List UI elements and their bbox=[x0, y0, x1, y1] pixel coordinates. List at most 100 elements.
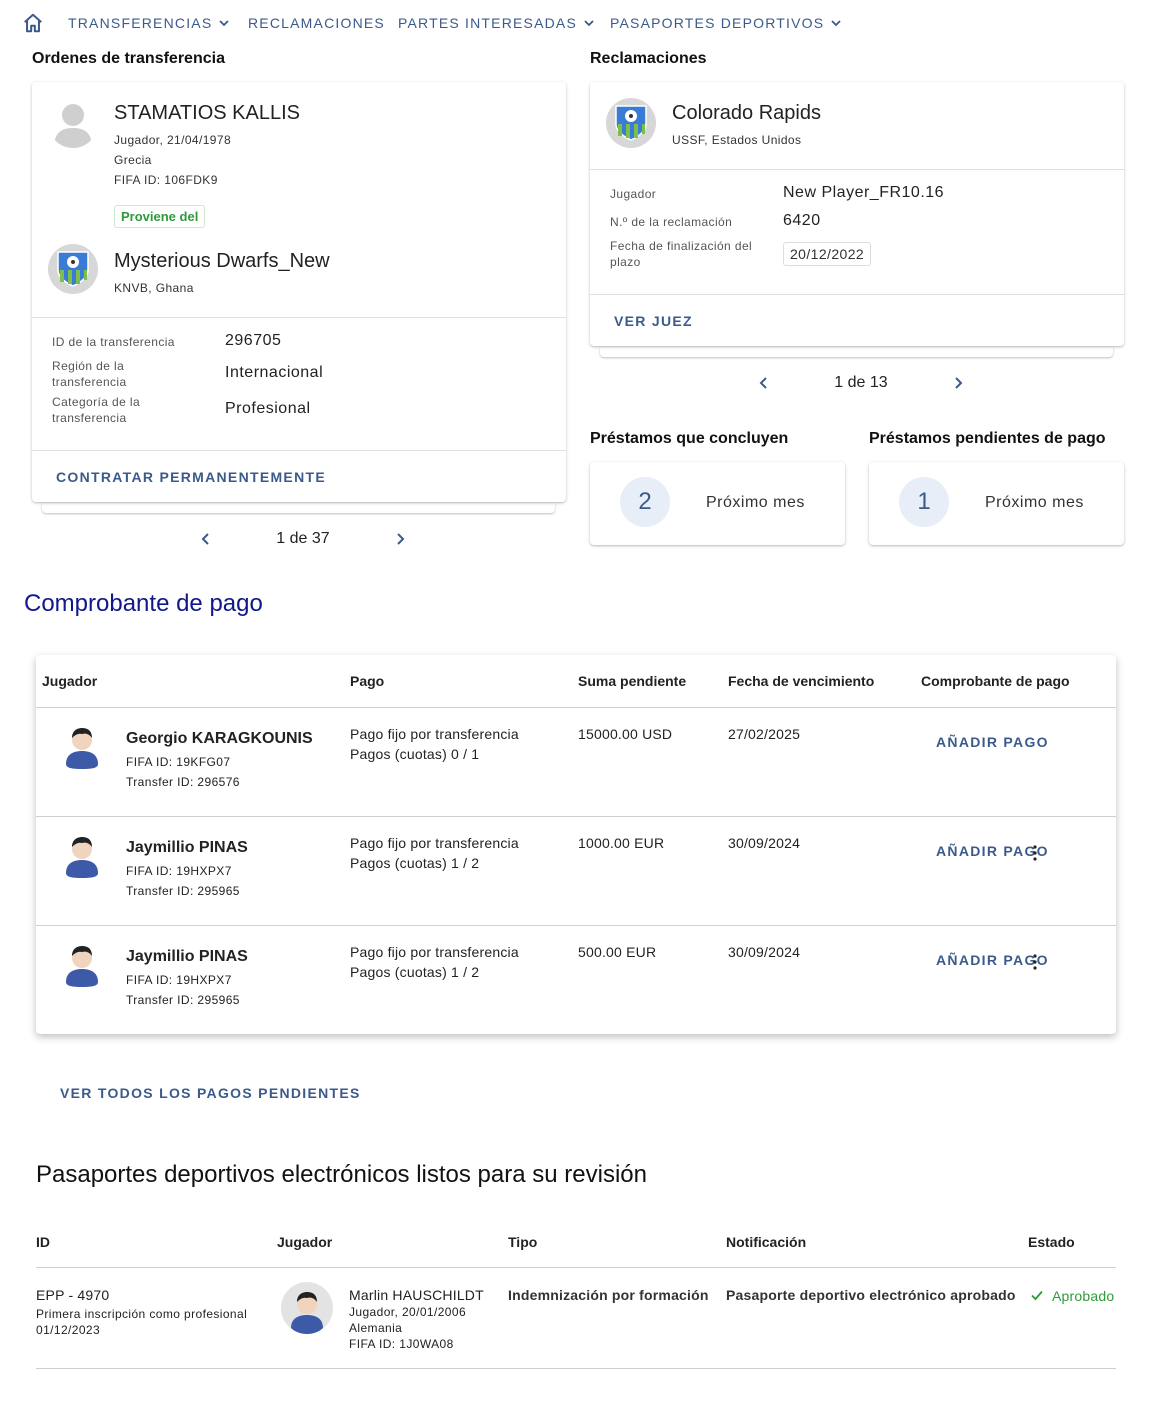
pending-amount: 15000.00 USD bbox=[578, 726, 673, 742]
chevron-left-icon[interactable] bbox=[756, 375, 772, 391]
club-assoc: USSF, Estados Unidos bbox=[672, 133, 802, 147]
divider bbox=[590, 169, 1124, 170]
view-judge-button[interactable]: VER JUEZ bbox=[614, 313, 693, 329]
pager-text: 1 de 13 bbox=[834, 374, 888, 391]
passports-title: Pasaportes deportivos electrónicos listo… bbox=[36, 1161, 647, 1188]
player-fifa-id: FIFA ID: 19HXPX7 bbox=[126, 973, 232, 987]
chevron-left-icon[interactable] bbox=[198, 531, 214, 547]
detail-value: 296705 bbox=[225, 332, 282, 349]
pending-amount: 1000.00 EUR bbox=[578, 835, 665, 851]
chevron-right-icon[interactable] bbox=[392, 531, 408, 547]
club-assoc: KNVB, Ghana bbox=[114, 281, 194, 295]
chevron-down-icon bbox=[831, 20, 841, 27]
col-header: Jugador bbox=[42, 673, 98, 689]
more-vert-icon[interactable] bbox=[1032, 845, 1038, 861]
divider bbox=[590, 294, 1124, 295]
passports-table: ID Jugador Tipo Notificación Estado EPP … bbox=[36, 1222, 1116, 1370]
due-date: 30/09/2024 bbox=[728, 835, 801, 851]
club-logo bbox=[606, 98, 656, 148]
nav-reclamaciones[interactable]: RECLAMACIONES bbox=[248, 15, 385, 31]
player-avatar bbox=[66, 837, 98, 878]
table-row: Jaymillio PINAS FIFA ID: 19HXPX7 Transfe… bbox=[36, 817, 1116, 925]
payment-type: Pago fijo por transferencia bbox=[350, 726, 519, 742]
detail-label: Región de la transferencia bbox=[52, 359, 127, 389]
nav-transferencias[interactable]: TRANSFERENCIAS bbox=[68, 15, 230, 31]
nav-label: PASAPORTES DEPORTIVOS bbox=[610, 15, 825, 31]
pending-amount: 500.00 EUR bbox=[578, 944, 657, 960]
chevron-down-icon bbox=[219, 20, 230, 27]
divider bbox=[36, 1368, 1116, 1369]
view-all-pending-payments-button[interactable]: VER TODOS LOS PAGOS PENDIENTES bbox=[60, 1085, 361, 1101]
epp-id: EPP - 4970 bbox=[36, 1287, 110, 1303]
nav-label: RECLAMACIONES bbox=[248, 15, 385, 31]
transfers-pager: 1 de 37 bbox=[198, 530, 408, 548]
club-shield-icon bbox=[615, 105, 647, 141]
player-avatar bbox=[66, 728, 98, 769]
col-header: Pago bbox=[350, 673, 385, 689]
detail-label: Jugador bbox=[610, 187, 657, 201]
payment-type: Pago fijo por transferencia bbox=[350, 835, 519, 851]
more-vert-icon[interactable] bbox=[1032, 954, 1038, 970]
loans-ending-card[interactable]: 2 Próximo mes bbox=[590, 462, 845, 545]
hire-permanently-button[interactable]: CONTRATAR PERMANENTEMENTE bbox=[56, 469, 326, 485]
loans-ending-text: Próximo mes bbox=[706, 494, 805, 511]
passport-notification: Pasaporte deportivo electrónico aprobado bbox=[726, 1287, 1016, 1303]
loans-ending-count: 2 bbox=[620, 477, 670, 527]
detail-value: Profesional bbox=[225, 400, 311, 417]
col-header: Tipo bbox=[508, 1234, 538, 1250]
nav-pasaportes-deportivos[interactable]: PASAPORTES DEPORTIVOS bbox=[610, 15, 842, 31]
player-name: Jaymillio PINAS bbox=[126, 839, 248, 856]
table-row[interactable]: EPP - 4970 Primera inscripción como prof… bbox=[36, 1268, 1116, 1368]
table-row: Georgio KARAGKOUNIS FIFA ID: 19KFG07 Tra… bbox=[36, 708, 1116, 816]
nav-partes-interesadas[interactable]: PARTES INTERESADAS bbox=[398, 15, 595, 31]
payment-title: Comprobante de pago bbox=[24, 590, 263, 617]
player-fifa-id: FIFA ID: 19HXPX7 bbox=[126, 864, 232, 878]
loans-pending-text: Próximo mes bbox=[985, 494, 1084, 511]
check-icon bbox=[1031, 1290, 1043, 1301]
top-nav: TRANSFERENCIAS RECLAMACIONES PARTES INTE… bbox=[0, 0, 1150, 46]
detail-label: ID de la transferencia bbox=[52, 335, 175, 349]
club-shield-icon bbox=[57, 251, 89, 287]
player-fifa-id: FIFA ID: 1J0WA08 bbox=[349, 1337, 454, 1351]
loans-ending-title: Préstamos que concluyen bbox=[590, 430, 789, 447]
chevron-right-icon[interactable] bbox=[950, 375, 966, 391]
transfer-id: Transfer ID: 295965 bbox=[126, 993, 240, 1007]
loans-pending-card[interactable]: 1 Próximo mes bbox=[869, 462, 1124, 545]
col-header: Comprobante de pago bbox=[921, 673, 1070, 689]
add-payment-button[interactable]: AÑADIR PAGO bbox=[936, 734, 1049, 750]
claims-title: Reclamaciones bbox=[590, 50, 707, 67]
loans-pending-title: Préstamos pendientes de pago bbox=[869, 430, 1106, 447]
detail-label: Categoría de la transferencia bbox=[52, 395, 141, 425]
detail-label: N.º de la reclamación bbox=[610, 215, 733, 229]
payment-installments: Pagos (cuotas) 1 / 2 bbox=[350, 855, 480, 871]
player-name: Marlin HAUSCHILDT bbox=[349, 1287, 484, 1303]
claim-card: Colorado Rapids USSF, Estados Unidos Jug… bbox=[590, 82, 1124, 346]
from-badge: Proviene del bbox=[114, 205, 206, 228]
player-fifa-id: FIFA ID: 19KFG07 bbox=[126, 755, 231, 769]
player-role-dob: Jugador, 21/04/1978 bbox=[114, 133, 232, 147]
col-header: Estado bbox=[1028, 1234, 1075, 1250]
player-role-dob: Jugador, 20/01/2006 bbox=[349, 1305, 467, 1319]
nav-label: PARTES INTERESADAS bbox=[398, 15, 578, 31]
table-row: Jaymillio PINAS FIFA ID: 19HXPX7 Transfe… bbox=[36, 926, 1116, 1034]
home-icon[interactable] bbox=[22, 12, 44, 34]
detail-label: Fecha de finalización del plazo bbox=[610, 239, 753, 269]
payment-type: Pago fijo por transferencia bbox=[350, 944, 519, 960]
divider bbox=[32, 450, 566, 451]
player-avatar bbox=[66, 946, 98, 987]
due-date: 27/02/2025 bbox=[728, 726, 801, 742]
transfer-id: Transfer ID: 296576 bbox=[126, 775, 240, 789]
col-header: Notificación bbox=[726, 1234, 807, 1250]
club-name: Mysterious Dwarfs_New bbox=[114, 250, 330, 272]
col-header: Jugador bbox=[277, 1234, 333, 1250]
detail-value: 6420 bbox=[783, 212, 821, 229]
payment-installments: Pagos (cuotas) 1 / 2 bbox=[350, 964, 480, 980]
divider bbox=[32, 317, 566, 318]
card-stack-shadow bbox=[600, 347, 1113, 357]
transfers-title: Ordenes de transferencia bbox=[32, 50, 225, 67]
transfer-id: Transfer ID: 295965 bbox=[126, 884, 240, 898]
player-name: Georgio KARAGKOUNIS bbox=[126, 730, 313, 747]
chevron-down-icon bbox=[584, 20, 594, 27]
person-placeholder-icon bbox=[54, 104, 92, 148]
passport-type: Indemnización por formación bbox=[508, 1287, 709, 1303]
